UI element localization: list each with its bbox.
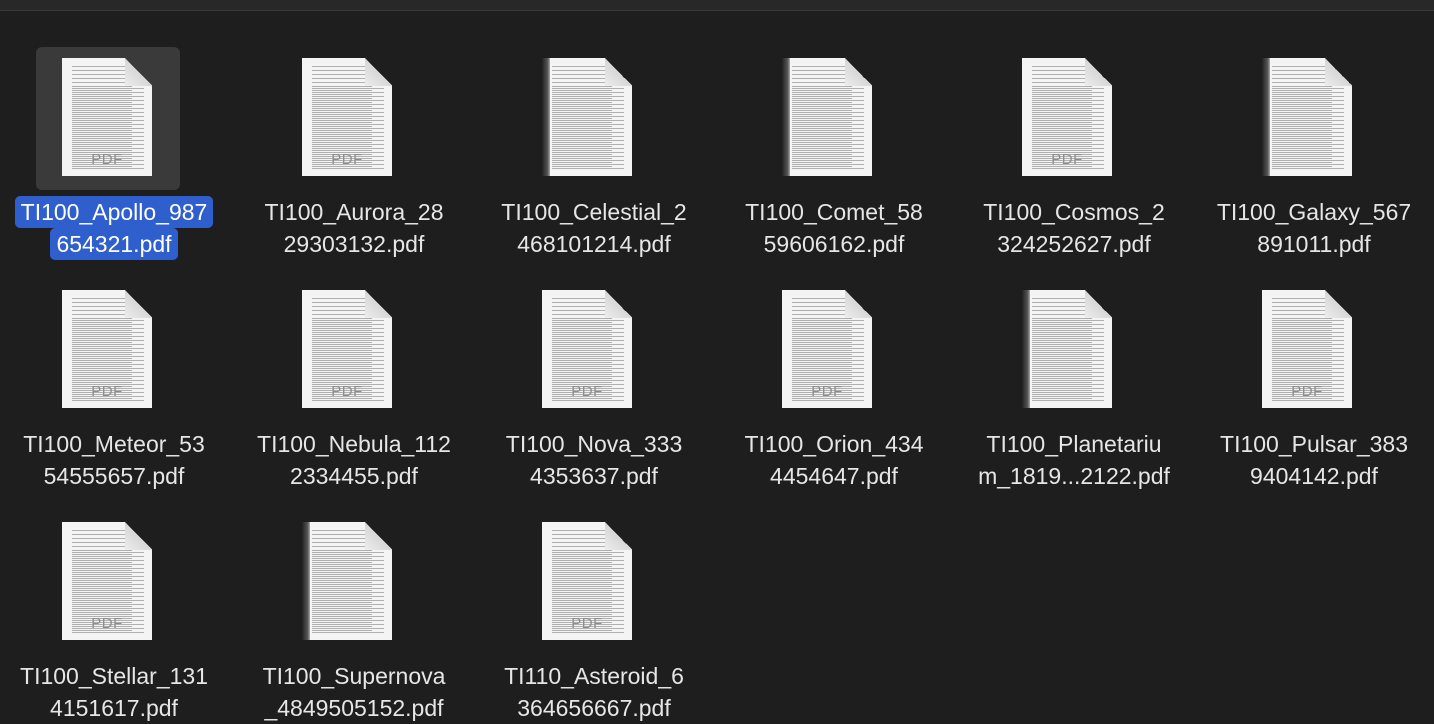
- file-item[interactable]: TI100_Galaxy_567 891011.pdf: [1194, 0, 1434, 257]
- file-icon-grid: PDF TI100_Apollo_987 654321.pdf PDF TI100_Au…: [0, 0, 1434, 722]
- file-item[interactable]: PDF TI100_Stellar_131 4151617.pdf: [0, 464, 234, 721]
- file-item[interactable]: TI100_Supernova _4849505152.pdf: [234, 464, 474, 721]
- page-fold-icon: [605, 58, 632, 86]
- file-name[interactable]: TI100_Stellar_131 4151617.pdf: [0, 660, 234, 724]
- file-item[interactable]: PDF TI100_Orion_434 4454647.pdf: [714, 232, 954, 489]
- page-fold-icon: [605, 290, 632, 318]
- file-item[interactable]: PDF TI100_Meteor_53 54555657.pdf: [0, 232, 234, 489]
- pdf-badge: PDF: [331, 383, 363, 400]
- file-item[interactable]: PDF TI100_Cosmos_2 324252627.pdf: [954, 0, 1194, 257]
- page-fold-icon: [365, 58, 392, 86]
- file-name-line-1: TI100_Galaxy_567: [1216, 199, 1412, 225]
- file-name-line-1: TI100_Stellar_131: [20, 663, 208, 689]
- binding-edge: [782, 58, 790, 176]
- file-item[interactable]: PDF TI100_Nova_333 4353637.pdf: [474, 232, 714, 489]
- file-name-line-1: TI100_Meteor_53: [23, 431, 205, 457]
- file-item[interactable]: PDF TI100_Aurora_28 29303132.pdf: [234, 0, 474, 257]
- pdf-badge: PDF: [91, 615, 123, 632]
- file-item[interactable]: TI100_Planetariu m_1819...2122.pdf: [954, 232, 1194, 489]
- file-name[interactable]: TI100_Orion_434 4454647.pdf: [714, 428, 954, 492]
- file-item[interactable]: PDF TI100_Apollo_987 654321.pdf: [0, 0, 234, 260]
- file-name-line-2: 9404142.pdf: [1250, 463, 1378, 489]
- file-name[interactable]: TI100_Planetariu m_1819...2122.pdf: [954, 428, 1194, 492]
- page-fold-icon: [365, 522, 392, 550]
- file-name-line-1: TI100_Comet_58: [745, 199, 923, 225]
- file-name-line-1: TI100_Nebula_112: [257, 431, 451, 457]
- file-name[interactable]: TI100_Supernova _4849505152.pdf: [234, 660, 474, 724]
- page-fold-icon: [845, 290, 872, 318]
- page-fold-icon: [125, 290, 152, 318]
- binding-edge: [1262, 58, 1270, 176]
- page-fold-icon: [125, 58, 152, 86]
- file-name-line-1: TI100_Celestial_2: [501, 199, 687, 225]
- file-name[interactable]: TI100_Pulsar_383 9404142.pdf: [1194, 428, 1434, 492]
- pdf-badge: PDF: [331, 151, 363, 168]
- pdf-badge: PDF: [91, 151, 123, 168]
- file-name-line-1: TI100_Apollo_987: [14, 196, 214, 228]
- file-item[interactable]: TI100_Celestial_2 468101214.pdf: [474, 0, 714, 257]
- text-lines: [1272, 88, 1344, 170]
- page-fold-icon: [1325, 290, 1352, 318]
- file-item[interactable]: PDF TI100_Pulsar_383 9404142.pdf: [1194, 232, 1434, 489]
- file-name-line-1: TI100_Pulsar_383: [1220, 431, 1408, 457]
- file-name[interactable]: TI110_Asteroid_6 364656667.pdf: [474, 660, 714, 724]
- file-name-line-1: TI100_Nova_333: [505, 431, 683, 457]
- text-lines: [552, 88, 624, 170]
- pdf-badge: PDF: [1291, 383, 1323, 400]
- binding-edge: [1022, 290, 1030, 408]
- file-name-line-2: m_1819...2122.pdf: [978, 463, 1170, 489]
- binding-edge: [302, 522, 310, 640]
- file-name-line-2: 4454647.pdf: [770, 463, 898, 489]
- text-lines: [1032, 320, 1104, 402]
- text-lines: [312, 552, 384, 634]
- file-name-line-1: TI100_Supernova: [262, 663, 446, 689]
- page-fold-icon: [125, 522, 152, 550]
- file-name-line-2: _4849505152.pdf: [264, 695, 444, 721]
- file-name-line-2: 364656667.pdf: [517, 695, 671, 721]
- file-name-line-1: TI100_Orion_434: [744, 431, 924, 457]
- file-name-line-2: 4151617.pdf: [50, 695, 178, 721]
- pdf-badge: PDF: [91, 383, 123, 400]
- pdf-badge: PDF: [1051, 151, 1083, 168]
- binding-edge: [542, 58, 550, 176]
- page-fold-icon: [365, 290, 392, 318]
- page-fold-icon: [605, 522, 632, 550]
- page-fold-icon: [1085, 58, 1112, 86]
- file-item[interactable]: PDF TI100_Nebula_112 2334455.pdf: [234, 232, 474, 489]
- page-fold-icon: [845, 58, 872, 86]
- file-name-line-1: TI100_Planetariu: [986, 431, 1162, 457]
- page-fold-icon: [1085, 290, 1112, 318]
- file-item[interactable]: TI100_Comet_58 59606162.pdf: [714, 0, 954, 257]
- file-name-line-1: TI100_Aurora_28: [264, 199, 444, 225]
- pdf-badge: PDF: [811, 383, 843, 400]
- file-name-line-1: TI100_Cosmos_2: [983, 199, 1165, 225]
- file-item[interactable]: PDF TI110_Asteroid_6 364656667.pdf: [474, 464, 714, 721]
- page-fold-icon: [1325, 58, 1352, 86]
- pdf-badge: PDF: [571, 383, 603, 400]
- file-name-line-1: TI110_Asteroid_6: [504, 663, 684, 689]
- pdf-badge: PDF: [571, 615, 603, 632]
- text-lines: [792, 88, 864, 170]
